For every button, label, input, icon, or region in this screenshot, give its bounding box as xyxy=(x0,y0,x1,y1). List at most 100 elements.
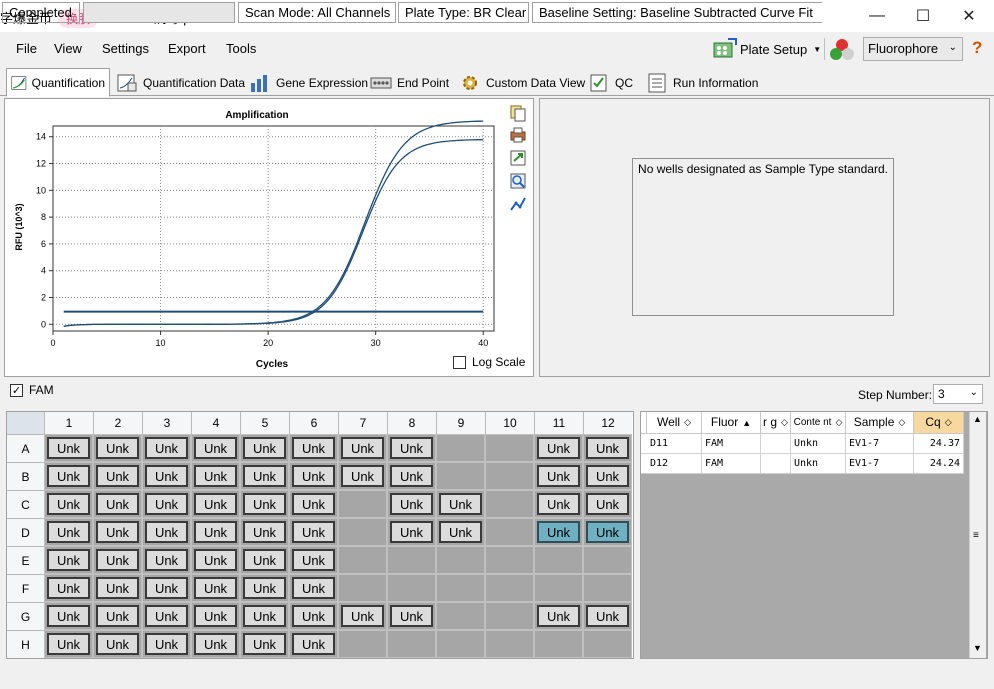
plate-well[interactable]: Unk xyxy=(240,434,289,462)
plate-well[interactable]: Unk xyxy=(583,462,632,490)
row-header[interactable]: C xyxy=(7,490,44,518)
tab-quantification[interactable]: Quantification xyxy=(6,68,110,97)
fam-checkbox[interactable]: ✓ xyxy=(10,383,23,397)
step-number-select[interactable]: 3 ⌄ xyxy=(933,384,983,404)
sort-icon[interactable]: ◇ xyxy=(835,417,842,428)
row-header[interactable]: A xyxy=(7,434,44,462)
plate-well[interactable]: Unk xyxy=(191,630,240,658)
plate-well[interactable]: Unk xyxy=(289,434,338,462)
results-scrollbar[interactable]: ▲ ≡ ▼ xyxy=(969,412,986,658)
column-header[interactable]: 8 xyxy=(387,412,436,434)
scroll-down-icon[interactable]: ▼ xyxy=(973,643,982,653)
table-cell[interactable]: Unkn xyxy=(791,434,846,454)
plate-well[interactable] xyxy=(583,546,632,574)
column-header[interactable]: Fluor ▲ xyxy=(702,412,761,434)
plate-well[interactable]: Unk xyxy=(240,490,289,518)
tab-gene-expression[interactable]: Gene Expression xyxy=(245,69,372,97)
tab-end-point[interactable]: End Point xyxy=(366,69,453,97)
trend-icon[interactable] xyxy=(509,195,527,213)
plate-well[interactable] xyxy=(485,490,534,518)
plate-well[interactable] xyxy=(436,434,485,462)
plate-well[interactable]: Unk xyxy=(142,546,191,574)
help-icon[interactable]: ? xyxy=(972,38,982,58)
plate-well[interactable]: Unk xyxy=(93,462,142,490)
column-header[interactable]: 9 xyxy=(436,412,485,434)
column-header[interactable]: 11 xyxy=(534,412,583,434)
column-header[interactable]: 5 xyxy=(240,412,289,434)
column-header[interactable]: 2 xyxy=(93,412,142,434)
table-cell[interactable]: Unkn xyxy=(791,454,846,474)
plate-well[interactable]: Unk xyxy=(387,434,436,462)
column-header[interactable]: Cq ◇ xyxy=(914,412,964,434)
plate-well[interactable]: Unk xyxy=(44,602,93,630)
plate-well[interactable] xyxy=(485,434,534,462)
plate-well[interactable]: Unk xyxy=(583,602,632,630)
row-header[interactable]: B xyxy=(7,462,44,490)
column-header[interactable]: Conte nt ◇ xyxy=(791,412,846,434)
plate-well[interactable] xyxy=(387,574,436,602)
table-cell[interactable]: FAM xyxy=(702,454,761,474)
column-header[interactable]: 6 xyxy=(289,412,338,434)
plate-well[interactable]: Unk xyxy=(338,434,387,462)
row-header[interactable]: H xyxy=(7,630,44,658)
plate-well[interactable]: Unk xyxy=(93,490,142,518)
plate-well[interactable] xyxy=(436,546,485,574)
table-cell[interactable]: EV1-7 xyxy=(846,434,914,454)
plate-well[interactable] xyxy=(485,602,534,630)
plate-well[interactable]: Unk xyxy=(191,602,240,630)
plate-well[interactable]: Unk xyxy=(142,462,191,490)
plate-well[interactable] xyxy=(485,518,534,546)
sort-icon[interactable]: ◇ xyxy=(898,417,905,428)
plate-well[interactable]: Unk xyxy=(289,602,338,630)
plate-well[interactable]: Unk xyxy=(387,518,436,546)
plate-well[interactable]: Unk xyxy=(191,490,240,518)
scroll-grip-icon[interactable]: ≡ xyxy=(973,530,979,541)
column-header[interactable]: 12 xyxy=(583,412,632,434)
plate-well[interactable] xyxy=(534,574,583,602)
plate-setup-button[interactable]: Plate Setup ▼ xyxy=(712,36,821,62)
plate-well[interactable]: Unk xyxy=(240,518,289,546)
tab-run-information[interactable]: Run Information xyxy=(642,69,762,97)
tab-custom-data-view[interactable]: Custom Data View xyxy=(455,69,589,97)
plate-well[interactable] xyxy=(338,546,387,574)
plate-well[interactable]: Unk xyxy=(436,518,485,546)
plate-well[interactable]: Unk xyxy=(142,490,191,518)
menu-tools[interactable]: Tools xyxy=(226,41,256,56)
close-button[interactable]: ✕ xyxy=(946,0,992,32)
menu-export[interactable]: Export xyxy=(168,41,206,56)
plate-well[interactable]: Unk xyxy=(142,602,191,630)
row-header[interactable]: G xyxy=(7,602,44,630)
plate-well[interactable]: Unk xyxy=(93,602,142,630)
log-scale-toggle[interactable]: Log Scale xyxy=(453,355,525,369)
plate-well[interactable]: Unk xyxy=(387,490,436,518)
plate-well[interactable]: Unk xyxy=(583,518,632,546)
row-header[interactable]: D xyxy=(7,518,44,546)
plate-well[interactable] xyxy=(436,602,485,630)
plate-well[interactable]: Unk xyxy=(240,574,289,602)
plate-well[interactable] xyxy=(583,630,632,658)
table-cell[interactable] xyxy=(761,454,791,474)
plate-well[interactable]: Unk xyxy=(338,602,387,630)
column-header[interactable]: 1 xyxy=(44,412,93,434)
column-header[interactable]: r g ◇ xyxy=(761,412,791,434)
plate-well[interactable]: Unk xyxy=(534,490,583,518)
plate-well[interactable]: Unk xyxy=(240,630,289,658)
plate-well[interactable] xyxy=(485,574,534,602)
scroll-up-icon[interactable]: ▲ xyxy=(973,414,982,424)
plate-well[interactable] xyxy=(436,462,485,490)
plate-well[interactable]: Unk xyxy=(44,546,93,574)
plate-well[interactable] xyxy=(485,546,534,574)
plate-well[interactable]: Unk xyxy=(142,630,191,658)
plate-well[interactable] xyxy=(338,574,387,602)
plate-well[interactable]: Unk xyxy=(289,546,338,574)
plate-well[interactable] xyxy=(583,574,632,602)
plate-well[interactable]: Unk xyxy=(191,518,240,546)
column-header[interactable]: 4 xyxy=(191,412,240,434)
table-cell[interactable] xyxy=(761,434,791,454)
plate-well[interactable]: Unk xyxy=(387,602,436,630)
plate-well[interactable]: Unk xyxy=(240,462,289,490)
export-icon[interactable] xyxy=(509,149,527,167)
fluorophore-select[interactable]: Fluorophore ⌄ xyxy=(863,37,963,61)
plate-well[interactable]: Unk xyxy=(289,462,338,490)
plate-well[interactable] xyxy=(387,546,436,574)
